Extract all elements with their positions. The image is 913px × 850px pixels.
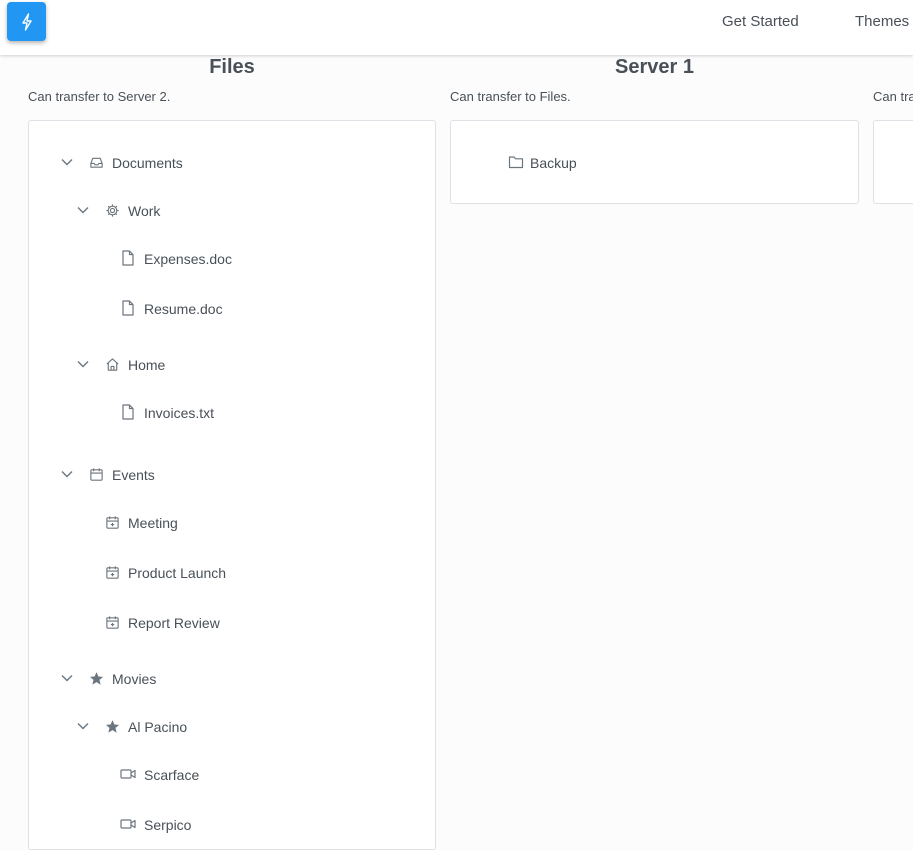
- calendar-plus-icon: [104, 564, 120, 580]
- tree-node-label: Home: [128, 357, 166, 373]
- tree-node-label: Events: [112, 467, 155, 483]
- tree-node-label: Backup: [530, 155, 577, 171]
- file-icon: [120, 404, 136, 420]
- logo-button[interactable]: [7, 2, 46, 41]
- star-icon: [88, 670, 104, 686]
- chevron-down-icon[interactable]: [74, 355, 92, 373]
- nav-themes[interactable]: Themes: [855, 13, 909, 30]
- chevron-down-icon[interactable]: [74, 201, 92, 219]
- tree-node-label: Serpico: [144, 817, 192, 833]
- files-tree-panel: Documents Work Expenses.doc Resume.doc H…: [28, 120, 436, 850]
- calendar-icon: [88, 466, 104, 482]
- files-subtitle: Can transfer to Server 2.: [28, 89, 171, 104]
- chevron-down-icon[interactable]: [58, 669, 76, 687]
- chevron-down-icon[interactable]: [58, 465, 76, 483]
- tree-node-label: Product Launch: [128, 565, 227, 581]
- star-icon: [104, 718, 120, 734]
- tree-node-label: Movies: [112, 671, 157, 687]
- tree-node-label: Resume.doc: [144, 301, 223, 317]
- server2-tree-panel: [873, 120, 913, 204]
- server1-title: Server 1: [615, 56, 694, 78]
- tree-node-label: Meeting: [128, 515, 178, 531]
- tree-node-label: Invoices.txt: [144, 405, 215, 421]
- tree-node-label: Report Review: [128, 615, 220, 631]
- folder-icon: [508, 154, 524, 170]
- tree-node-label: Scarface: [144, 767, 200, 783]
- inbox-icon: [88, 154, 104, 170]
- lightning-icon: [20, 12, 34, 31]
- calendar-plus-icon: [104, 514, 120, 530]
- server1-subtitle: Can transfer to Files.: [450, 89, 571, 104]
- nav-get-started[interactable]: Get Started: [722, 13, 799, 30]
- files-title: Files: [209, 56, 255, 78]
- file-icon: [120, 300, 136, 316]
- chevron-down-icon[interactable]: [58, 153, 76, 171]
- tree-node-label: Expenses.doc: [144, 251, 232, 267]
- tree-node-label: Work: [128, 203, 161, 219]
- server2-subtitle: Can tra: [873, 89, 913, 104]
- video-icon: [120, 816, 136, 832]
- tree-node-label: Documents: [112, 155, 183, 171]
- chevron-down-icon[interactable]: [74, 717, 92, 735]
- tree-node-label: Al Pacino: [128, 719, 188, 735]
- server1-tree-panel: Backup: [450, 120, 859, 204]
- cog-icon: [104, 202, 120, 218]
- file-icon: [120, 250, 136, 266]
- top-bar: Get Started Themes: [0, 0, 913, 55]
- calendar-plus-icon: [104, 614, 120, 630]
- home-icon: [104, 356, 120, 372]
- video-icon: [120, 766, 136, 782]
